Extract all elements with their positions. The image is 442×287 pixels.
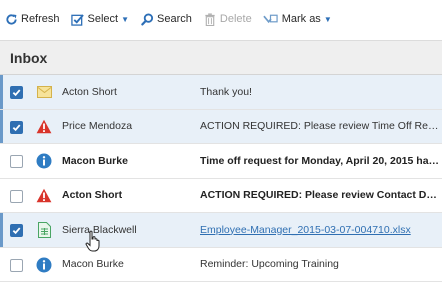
row-checkbox[interactable] <box>10 155 23 168</box>
delete-button[interactable]: Delete <box>203 8 252 30</box>
row-checkbox[interactable] <box>10 189 23 203</box>
row-checkbox[interactable] <box>10 258 23 272</box>
subject[interactable]: Time off request for Monday, April 20, 2… <box>200 155 442 167</box>
trash-icon <box>203 12 217 26</box>
row-checkbox[interactable] <box>10 120 23 134</box>
checkbox-checkmark-icon <box>71 12 85 26</box>
refresh-button[interactable]: Refresh <box>4 8 60 30</box>
search-button[interactable]: Search <box>140 8 192 30</box>
refresh-label: Refresh <box>21 13 60 25</box>
sender-name: Sierra Blackwell <box>62 223 137 236</box>
list-item[interactable]: Macon Burke Reminder: Upcoming Training <box>0 248 442 282</box>
subject[interactable]: ACTION REQUIRED: Please review Time Off … <box>200 120 442 132</box>
caret-down-icon: ▼ <box>323 14 332 24</box>
delete-label: Delete <box>219 13 252 25</box>
row-checkbox[interactable] <box>10 224 23 237</box>
sender-name: Acton Short <box>62 189 123 202</box>
select-label: Select <box>87 13 119 25</box>
list-item[interactable]: Sierra Blackwell Employee-Manager_2015-0… <box>0 213 442 252</box>
envelope-icon <box>36 84 52 100</box>
toolbar: Refresh Select ▼ Search Delete Mark as ▼ <box>0 0 442 38</box>
search-label: Search <box>157 13 192 25</box>
subject[interactable]: ACTION REQUIRED: Please review Contact D… <box>200 189 442 201</box>
mark-as-icon <box>263 12 279 26</box>
list-item[interactable]: Macon Burke Time off request for Monday,… <box>0 144 442 179</box>
subject[interactable]: Thank you! <box>200 86 442 98</box>
warning-icon <box>36 188 52 204</box>
caret-down-icon: ▼ <box>121 14 130 24</box>
search-icon <box>140 12 154 26</box>
sender-name: Macon Burke <box>62 258 124 271</box>
page-title: Inbox <box>10 49 48 66</box>
warning-icon <box>36 119 52 135</box>
refresh-icon <box>4 12 18 26</box>
info-icon <box>36 153 52 169</box>
sender-name: Price Mendoza <box>62 120 133 133</box>
info-icon <box>36 257 52 273</box>
mark-as-button[interactable]: Mark as ▼ <box>263 8 332 30</box>
message-list: Acton Short Thank you! Price Mendoza ACT… <box>0 75 442 282</box>
select-button[interactable]: Select ▼ <box>71 8 130 30</box>
inbox-header: Inbox <box>0 40 442 75</box>
subject[interactable]: Reminder: Upcoming Training <box>200 258 442 270</box>
sender-name: Macon Burke <box>62 154 128 167</box>
list-item[interactable]: Acton Short Thank you! <box>0 75 442 110</box>
attachment-link[interactable]: Employee-Manager_2015-03-07-004710.xlsx <box>200 224 442 236</box>
mark-as-label: Mark as <box>281 13 321 25</box>
list-item[interactable]: Price Mendoza ACTION REQUIRED: Please re… <box>0 109 442 144</box>
sender-name: Acton Short <box>62 85 117 98</box>
list-item[interactable]: Acton Short ACTION REQUIRED: Please revi… <box>0 179 442 213</box>
row-checkbox[interactable] <box>10 86 23 99</box>
spreadsheet-icon <box>36 222 52 238</box>
